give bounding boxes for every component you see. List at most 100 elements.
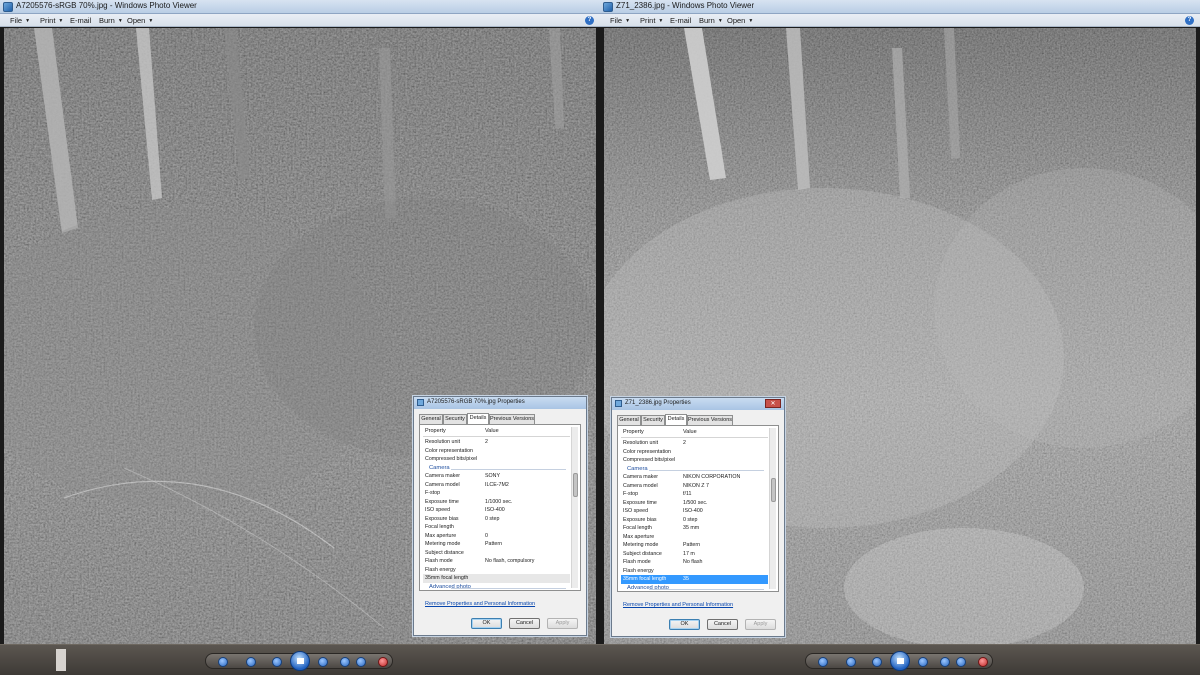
zoom-icon[interactable] bbox=[818, 657, 828, 667]
property-row[interactable]: F-stop bbox=[423, 489, 570, 498]
rotate-left-icon[interactable] bbox=[340, 657, 350, 667]
zoom-icon[interactable] bbox=[218, 657, 228, 667]
property-row[interactable]: Subject distance bbox=[423, 549, 570, 558]
previous-icon[interactable] bbox=[272, 657, 282, 667]
remove-properties-link[interactable]: Remove Properties and Personal Informati… bbox=[623, 602, 733, 608]
property-row[interactable]: Color representation bbox=[423, 447, 570, 456]
menu-print[interactable]: Print ▼ bbox=[640, 16, 663, 25]
apply-button[interactable]: Apply bbox=[547, 618, 578, 629]
tab-details[interactable]: Details bbox=[665, 414, 687, 425]
property-row[interactable]: ISO speed ISO-400 bbox=[423, 506, 570, 515]
menu-email[interactable]: E-mail bbox=[70, 16, 91, 25]
dialog-title-bar[interactable]: Z71_2386.jpg Properties ✕ bbox=[612, 398, 784, 410]
property-value: 0 step bbox=[683, 516, 698, 523]
property-row[interactable]: Metering mode Pattern bbox=[423, 540, 570, 549]
slideshow-icon[interactable] bbox=[890, 651, 910, 671]
scroll-thumb[interactable] bbox=[573, 473, 578, 497]
ok-button[interactable]: OK bbox=[471, 618, 502, 629]
menu-burn[interactable]: Burn ▼ bbox=[99, 16, 123, 25]
group-header[interactable]: Camera bbox=[423, 464, 570, 473]
scrollbar[interactable] bbox=[571, 427, 578, 588]
scrollbar[interactable] bbox=[769, 428, 776, 589]
property-row[interactable]: Camera model NIKON Z 7 bbox=[621, 482, 768, 491]
property-row[interactable]: Color representation bbox=[621, 448, 768, 457]
title-bar[interactable]: Z71_2386.jpg - Windows Photo Viewer bbox=[600, 0, 1200, 14]
tab-general[interactable]: General bbox=[617, 415, 641, 425]
property-row[interactable]: Resolution unit 2 bbox=[621, 439, 768, 448]
menu-file[interactable]: File ▼ bbox=[10, 16, 30, 25]
next-icon[interactable] bbox=[918, 657, 928, 667]
close-icon[interactable]: ✕ bbox=[765, 399, 781, 408]
tab-details[interactable]: Details bbox=[467, 413, 489, 424]
remove-properties-link[interactable]: Remove Properties and Personal Informati… bbox=[425, 601, 535, 607]
details-list[interactable]: Property Value Resolution unit 2 Color rep… bbox=[617, 425, 779, 592]
fit-icon[interactable] bbox=[246, 657, 256, 667]
property-name: F-stop bbox=[623, 491, 639, 497]
property-row[interactable]: Compressed bits/pixel bbox=[423, 455, 570, 464]
rotate-left-icon[interactable] bbox=[940, 657, 950, 667]
menu-email[interactable]: E-mail bbox=[670, 16, 691, 25]
property-row[interactable]: Exposure bias 0 step bbox=[621, 516, 768, 525]
property-row[interactable]: Flash mode No flash bbox=[621, 558, 768, 567]
property-row[interactable]: Flash energy bbox=[423, 566, 570, 575]
help-icon[interactable]: ? bbox=[585, 16, 594, 25]
tab-previous-versions[interactable]: Previous Versions bbox=[489, 414, 535, 424]
menu-print[interactable]: Print ▼ bbox=[40, 16, 63, 25]
help-icon[interactable]: ? bbox=[1185, 16, 1194, 25]
navigation-controls bbox=[805, 651, 993, 671]
property-row[interactable]: Metering mode Pattern bbox=[621, 541, 768, 550]
property-row[interactable]: ISO speed ISO-400 bbox=[621, 507, 768, 516]
dialog-title-bar[interactable]: A7205576-sRGB 70%.jpg Properties bbox=[414, 397, 586, 409]
property-row[interactable]: Subject distance 17 m bbox=[621, 550, 768, 559]
property-row[interactable]: Compressed bits/pixel bbox=[621, 456, 768, 465]
property-row[interactable]: Max aperture 0 bbox=[423, 532, 570, 541]
cancel-button[interactable]: Cancel bbox=[707, 619, 738, 630]
group-header[interactable]: Camera bbox=[621, 465, 768, 474]
property-row[interactable]: Exposure time 1/500 sec. bbox=[621, 499, 768, 508]
column-value[interactable]: Value bbox=[683, 429, 697, 435]
column-property[interactable]: Property bbox=[623, 429, 644, 435]
group-header[interactable]: Advanced photo bbox=[423, 583, 570, 591]
scroll-thumb[interactable] bbox=[771, 478, 776, 502]
tab-security[interactable]: Security bbox=[641, 415, 665, 425]
property-row[interactable]: Focal length bbox=[423, 523, 570, 532]
property-row[interactable]: Focal length 35 mm bbox=[621, 524, 768, 533]
chevron-down-icon: ▼ bbox=[748, 18, 754, 24]
property-row[interactable]: Camera maker NIKON CORPORATION bbox=[621, 473, 768, 482]
delete-icon[interactable] bbox=[978, 657, 988, 667]
delete-icon[interactable] bbox=[378, 657, 388, 667]
tab-general[interactable]: General bbox=[419, 414, 443, 424]
property-row[interactable]: Flash energy bbox=[621, 567, 768, 576]
property-row[interactable]: F-stop f/11 bbox=[621, 490, 768, 499]
menu-open[interactable]: Open ▼ bbox=[127, 16, 153, 25]
slideshow-icon[interactable] bbox=[290, 651, 310, 671]
column-headers: Property Value bbox=[621, 429, 768, 438]
property-row[interactable]: Exposure time 1/1000 sec. bbox=[423, 498, 570, 507]
menu-file[interactable]: File ▼ bbox=[610, 16, 630, 25]
rotate-right-icon[interactable] bbox=[956, 657, 966, 667]
next-icon[interactable] bbox=[318, 657, 328, 667]
details-list[interactable]: Property Value Resolution unit 2 Color rep… bbox=[419, 424, 581, 591]
fit-icon[interactable] bbox=[846, 657, 856, 667]
tab-security[interactable]: Security bbox=[443, 414, 467, 424]
apply-button[interactable]: Apply bbox=[745, 619, 776, 630]
property-row[interactable]: 35mm focal length bbox=[423, 574, 570, 583]
property-row[interactable]: Camera model ILCE-7M2 bbox=[423, 481, 570, 490]
column-property[interactable]: Property bbox=[425, 428, 446, 434]
property-row[interactable]: Resolution unit 2 bbox=[423, 438, 570, 447]
property-row[interactable]: Max aperture bbox=[621, 533, 768, 542]
title-bar[interactable]: A7205576-sRGB 70%.jpg - Windows Photo Vi… bbox=[0, 0, 600, 14]
property-row[interactable]: Exposure bias 0 step bbox=[423, 515, 570, 524]
column-value[interactable]: Value bbox=[485, 428, 499, 434]
property-row[interactable]: Flash mode No flash, compulsory bbox=[423, 557, 570, 566]
menu-open[interactable]: Open ▼ bbox=[727, 16, 753, 25]
ok-button[interactable]: OK bbox=[669, 619, 700, 630]
rotate-right-icon[interactable] bbox=[356, 657, 366, 667]
tab-previous-versions[interactable]: Previous Versions bbox=[687, 415, 733, 425]
property-row[interactable]: 35mm focal length 35 bbox=[621, 575, 768, 584]
previous-icon[interactable] bbox=[872, 657, 882, 667]
cancel-button[interactable]: Cancel bbox=[509, 618, 540, 629]
menu-burn[interactable]: Burn ▼ bbox=[699, 16, 723, 25]
property-row[interactable]: Camera maker SONY bbox=[423, 472, 570, 481]
group-header[interactable]: Advanced photo bbox=[621, 584, 768, 592]
